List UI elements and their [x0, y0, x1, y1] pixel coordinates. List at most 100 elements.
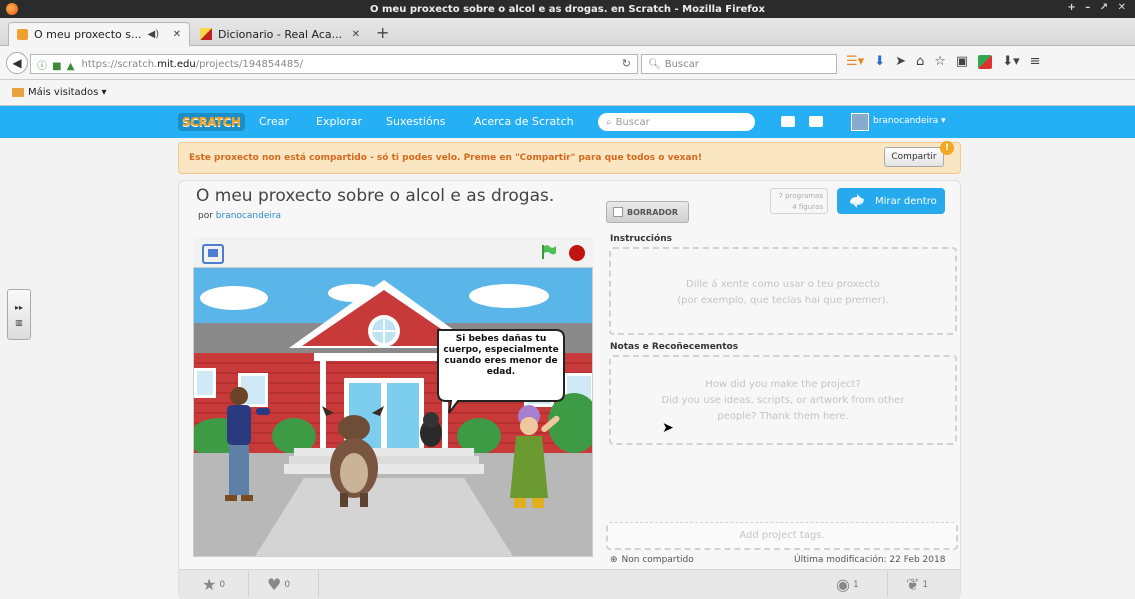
- share-status-text: Non compartido: [621, 555, 694, 565]
- nav-link-create[interactable]: Crear: [259, 115, 289, 128]
- grip-icon: ▥: [15, 317, 23, 327]
- stage-controls: [193, 237, 593, 267]
- nav-link-tips[interactable]: Suxestións: [386, 115, 445, 128]
- notes-placeholder: Did you use ideas, scripts, or artwork f…: [661, 395, 905, 406]
- new-tab-button[interactable]: +: [376, 23, 389, 42]
- project-tags-input[interactable]: Add project tags.: [606, 522, 958, 550]
- project-title[interactable]: O meu proxecto sobre o alcol e as drogas…: [196, 186, 554, 206]
- expand-arrows-icon: ▸▸: [14, 302, 24, 312]
- scratch-search-placeholder: Buscar: [615, 116, 650, 128]
- instructions-field[interactable]: Dille á xente como usar o teu proxecto (…: [609, 247, 957, 335]
- notice-text: Este proxecto non está compartido - só t…: [189, 153, 702, 163]
- love-count: 0: [284, 579, 291, 590]
- tab-scratch-project[interactable]: O meu proxecto s... ◀) ✕: [8, 22, 190, 46]
- favorite-count: 0: [219, 579, 226, 590]
- author-link[interactable]: branocandeira: [216, 211, 281, 221]
- remix-count: 1: [922, 579, 929, 590]
- scripts-count: 7 programas: [778, 192, 824, 200]
- window-title: O meu proxecto sobre o alcol e as drogas…: [370, 3, 765, 15]
- browser-search-placeholder: Buscar: [664, 58, 699, 70]
- step: [294, 448, 474, 456]
- tab-dicionario[interactable]: Dicionario - Real Aca... ✕: [192, 22, 368, 46]
- close-tab-icon[interactable]: ✕: [173, 29, 181, 40]
- fullscreen-icon[interactable]: [202, 244, 224, 264]
- url-bar[interactable]: ⓘ ■ ▲ https://scratch. mit.edu/projects/1…: [30, 54, 638, 74]
- door: [387, 383, 419, 448]
- messages-icon[interactable]: [781, 116, 795, 127]
- addon-icon[interactable]: [978, 54, 993, 69]
- notes-label: Notas e Recoñecementos: [610, 342, 739, 352]
- divider: [248, 571, 249, 597]
- arrow-down-icon[interactable]: ⬇▾: [1002, 54, 1019, 69]
- sprites-count: 4 figuras: [792, 203, 823, 211]
- share-status: ⊕ Non compartido: [610, 555, 694, 565]
- browser-search-input[interactable]: 🔍︎ Buscar: [641, 54, 837, 74]
- send-icon[interactable]: ➤: [895, 54, 906, 69]
- share-alert-badge: !: [940, 141, 954, 155]
- close-tab-icon[interactable]: ✕: [352, 29, 360, 40]
- back-button[interactable]: ◀: [6, 52, 28, 74]
- scratch-search-input[interactable]: ⌕ Buscar: [598, 113, 755, 131]
- bookmark-star-icon[interactable]: ☆: [934, 54, 946, 69]
- project-stage[interactable]: Si bebes dañas tu cuerpo, especialmente …: [193, 267, 593, 557]
- window-controls[interactable]: + – ↗ ✕: [1067, 2, 1129, 13]
- see-inside-button[interactable]: Mirar dentro: [837, 188, 945, 214]
- stop-icon[interactable]: [569, 245, 585, 261]
- scratch-header: SCRATCH Crear Explorar Suxestións Acerca…: [0, 106, 1135, 138]
- side-panel-handle[interactable]: ▸▸ ▥: [7, 289, 31, 340]
- star-icon: ★: [202, 575, 217, 594]
- project-counts: 7 programas 4 figuras: [770, 188, 828, 214]
- speech-bubble-text: Si bebes dañas tu cuerpo, especialmente …: [443, 334, 559, 377]
- share-button[interactable]: Compartir: [884, 147, 944, 167]
- hamburger-menu-icon[interactable]: ≡: [1030, 54, 1041, 69]
- green-flag-icon[interactable]: [541, 245, 557, 259]
- love-stat[interactable]: ♥ 0: [267, 575, 290, 594]
- instructions-label: Instruccións: [610, 234, 672, 244]
- notes-placeholder: How did you make the project?: [705, 379, 861, 390]
- speaker-icon[interactable]: ◀): [148, 29, 160, 40]
- cloud: [200, 286, 268, 310]
- instructions-placeholder: Dille á xente como usar o teu proxecto: [686, 279, 880, 290]
- window-titlebar: O meu proxecto sobre o alcol e as drogas…: [0, 0, 1135, 18]
- globe-icon: ⊕: [610, 555, 618, 565]
- tab-strip: O meu proxecto s... ◀) ✕ Dicionario - Re…: [0, 18, 1135, 46]
- draft-checkbox[interactable]: [613, 207, 623, 217]
- draft-label: BORRADOR: [627, 207, 679, 217]
- tab-label: O meu proxecto s...: [34, 28, 142, 41]
- reader-icon[interactable]: ▣: [956, 54, 968, 69]
- see-inside-label: Mirar dentro: [875, 195, 937, 207]
- search-icon: ⌕: [606, 116, 612, 128]
- rae-favicon-icon: [200, 28, 212, 40]
- draft-toggle-button[interactable]: BORRADOR: [606, 201, 689, 223]
- project-author-line: por branocandeira: [198, 211, 281, 221]
- by-label: por: [198, 211, 213, 221]
- views-stat: ◉ 1: [836, 575, 859, 594]
- reload-icon[interactable]: ↻: [622, 57, 631, 70]
- home-icon[interactable]: ⌂: [916, 54, 924, 69]
- avatar[interactable]: [851, 113, 869, 131]
- divider: [887, 571, 888, 597]
- my-stuff-icon[interactable]: [809, 116, 823, 127]
- nav-link-explore[interactable]: Explorar: [316, 115, 362, 128]
- search-icon: 🔍︎: [648, 58, 661, 70]
- mouse-cursor-icon: ➤: [662, 420, 674, 436]
- not-shared-notice: Este proxecto non está compartido - só t…: [178, 142, 961, 174]
- account-menu[interactable]: branocandeira ▾: [873, 116, 946, 126]
- step: [284, 464, 484, 474]
- bookmarks-toolbar: Máis visitados ▾: [0, 80, 1135, 106]
- menu-lines-icon[interactable]: ☰▾: [846, 54, 864, 69]
- url-path: /projects/194854485/: [195, 58, 303, 70]
- stage-scene: [194, 268, 592, 556]
- scratch-favicon-icon: [17, 29, 28, 40]
- remix-stat[interactable]: ❦ 1: [906, 575, 928, 594]
- lock-icon[interactable]: ⓘ ■ ▲: [37, 57, 76, 72]
- nav-link-about[interactable]: Acerca de Scratch: [474, 115, 574, 128]
- tab-label: Dicionario - Real Aca...: [218, 27, 343, 41]
- favorite-stat[interactable]: ★ 0: [202, 575, 225, 594]
- scratch-logo[interactable]: SCRATCH: [178, 113, 245, 131]
- most-visited-link[interactable]: Máis visitados ▾: [28, 87, 107, 98]
- remix-tree-icon: ❦: [906, 575, 920, 594]
- portico: [314, 353, 454, 361]
- download-icon[interactable]: ⬇: [874, 54, 885, 69]
- views-count: 1: [852, 579, 859, 590]
